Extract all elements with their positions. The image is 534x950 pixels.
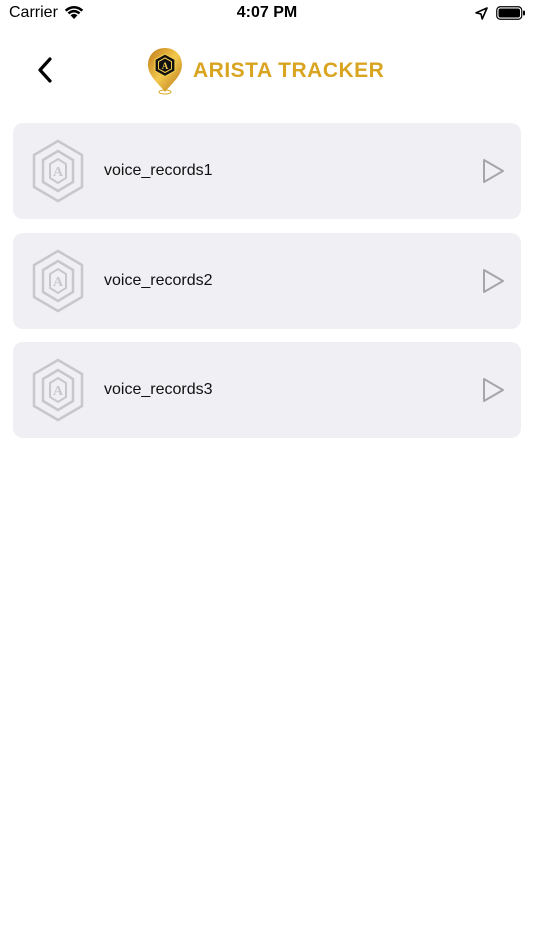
back-button[interactable] xyxy=(30,52,60,88)
nav-bar: A ARISTA TRACKER xyxy=(0,40,534,104)
app-title: ARISTA TRACKER xyxy=(193,59,385,82)
location-arrow-icon xyxy=(475,7,488,20)
play-icon[interactable] xyxy=(481,158,505,184)
record-name: voice_records3 xyxy=(104,381,213,398)
list-item[interactable]: A voice_records3 xyxy=(13,342,521,438)
arista-pin-logo-icon: A xyxy=(148,48,182,95)
svg-text:A: A xyxy=(162,61,169,71)
arista-hexagon-logo-icon: A xyxy=(32,249,84,312)
chevron-left-icon xyxy=(38,57,52,83)
svg-text:A: A xyxy=(53,275,64,290)
record-name: voice_records2 xyxy=(104,271,213,289)
arista-hexagon-logo-icon: A xyxy=(32,139,84,203)
play-icon[interactable] xyxy=(481,268,505,294)
status-time: 4:07 PM xyxy=(236,4,298,21)
battery-icon xyxy=(496,6,525,20)
svg-text:A: A xyxy=(53,384,64,399)
record-name: voice_records1 xyxy=(104,162,213,179)
voice-records-list: A voice_records1 A voice_records2 A voic… xyxy=(13,123,521,452)
arista-hexagon-logo-icon: A xyxy=(32,358,84,422)
app-logo: A ARISTA TRACKER xyxy=(145,46,384,96)
svg-text:A: A xyxy=(53,165,64,180)
status-bar: Carrier 4:07 PM xyxy=(0,0,534,28)
list-item[interactable]: A voice_records2 xyxy=(13,232,521,329)
list-item[interactable]: A voice_records1 xyxy=(13,123,521,219)
play-icon[interactable] xyxy=(481,377,505,403)
